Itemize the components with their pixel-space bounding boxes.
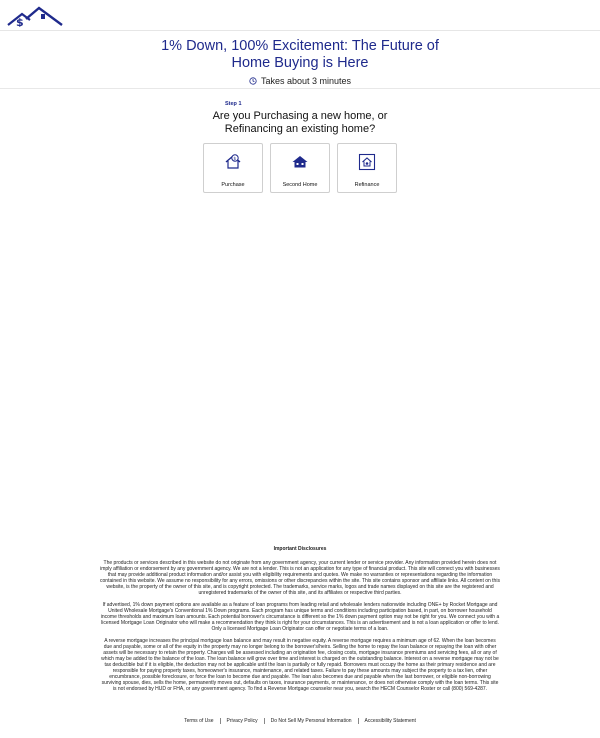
terms-of-use-link[interactable]: Terms of Use (178, 718, 221, 724)
footer-links: Terms of Use Privacy Policy Do Not Sell My… (0, 718, 600, 724)
option-second-home[interactable]: Second Home (270, 143, 330, 193)
svg-text:$: $ (16, 16, 24, 27)
option-purchase-label: Purchase (221, 182, 245, 188)
privacy-policy-link[interactable]: Privacy Policy (220, 718, 265, 724)
step-label: Step 1 (225, 101, 242, 107)
step-question: Are you Purchasing a new home, or Refina… (0, 110, 600, 136)
option-refinance[interactable]: Refinance (337, 143, 397, 193)
disclosure-paragraph: A reverse mortgage increases the princip… (101, 638, 499, 692)
disclosures: Important Disclosures The products or se… (100, 546, 500, 698)
disclosure-paragraph: If advertised, 1% down payment options a… (100, 602, 500, 632)
house-dollar-logo-icon[interactable]: $ (6, 5, 64, 27)
option-refinance-label: Refinance (354, 182, 380, 188)
time-estimate-text: Takes about 3 minutes (260, 76, 352, 86)
disclosures-title: Important Disclosures (273, 546, 327, 552)
page-title: 1% Down, 100% Excitement: The Future of … (161, 38, 439, 71)
option-second-home-label: Second Home (282, 182, 318, 188)
do-not-sell-link[interactable]: Do Not Sell My Personal Information (264, 718, 359, 724)
refinance-house-icon (358, 153, 376, 171)
site-header: $ (0, 0, 600, 31)
step-question-text: Are you Purchasing a new home, or Refina… (212, 110, 388, 135)
time-estimate: Takes about 3 minutes (0, 76, 600, 86)
disclosure-paragraph: The products or services described in th… (100, 560, 500, 596)
hero: 1% Down, 100% Excitement: The Future of … (0, 38, 600, 86)
divider (0, 88, 600, 89)
option-group: $ Purchase Second Home Refinance (203, 143, 397, 193)
svg-text:$: $ (233, 156, 236, 162)
house-icon (292, 156, 308, 168)
house-dollar-icon: $ (225, 154, 241, 169)
accessibility-statement-link[interactable]: Accessibility Statement (359, 718, 422, 724)
clock-icon (249, 77, 257, 85)
option-purchase[interactable]: $ Purchase (203, 143, 263, 193)
